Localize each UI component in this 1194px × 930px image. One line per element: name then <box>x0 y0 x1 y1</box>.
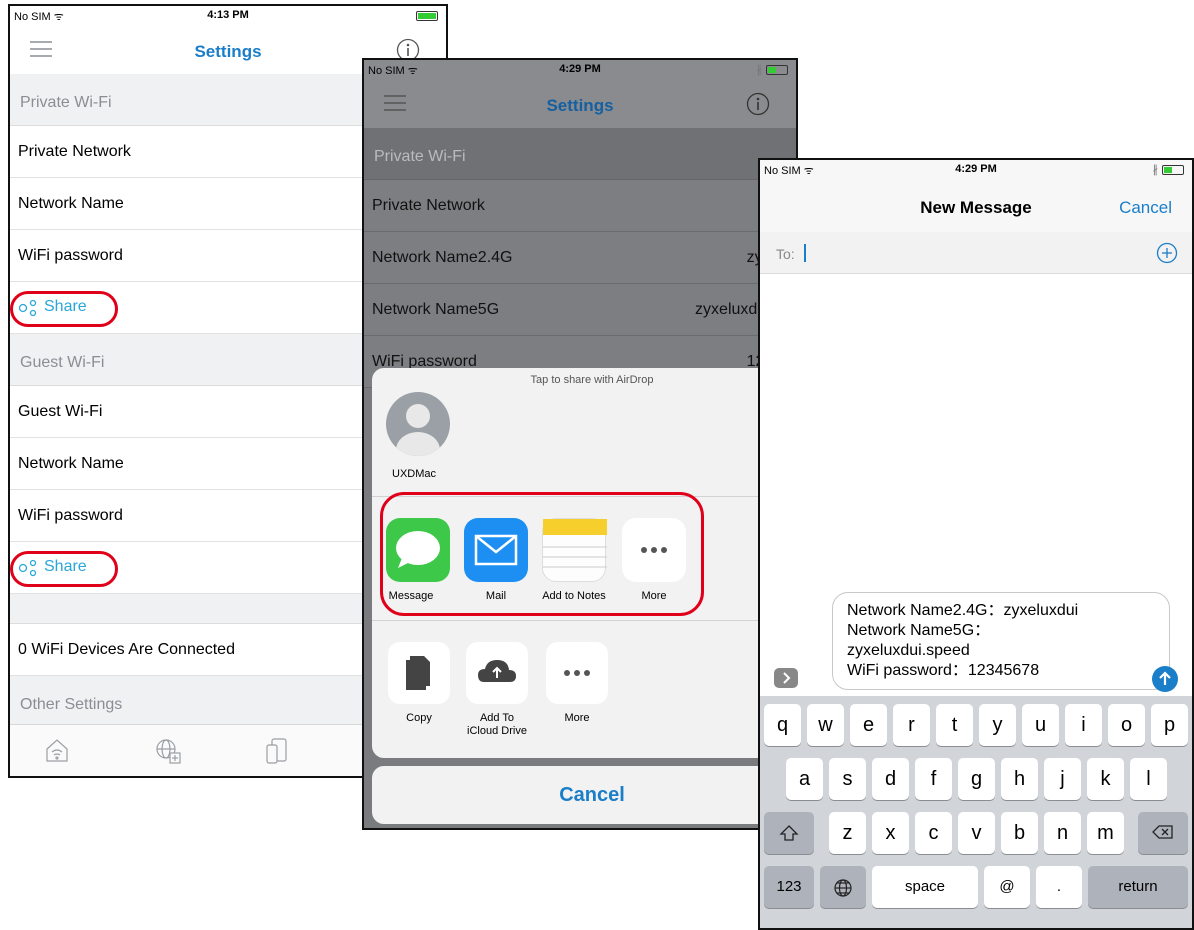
status-time: 4:13 PM <box>207 9 249 21</box>
share-sheet-phone: No SIM ᯤ 4:29 PM ∦ Settings Private Wi-F… <box>362 58 798 830</box>
key-f[interactable]: f <box>915 758 952 800</box>
status-bar: No SIM ᯤ 4:29 PM ∦ <box>364 60 796 80</box>
message-line: Network Name5G： <box>847 622 991 639</box>
key-a[interactable]: a <box>786 758 823 800</box>
airdrop-hint: Tap to share with AirDrop <box>530 374 654 386</box>
expand-apps-icon[interactable] <box>774 668 798 688</box>
key-m[interactable]: m <box>1087 812 1124 854</box>
guest-wifi-password-label: WiFi password <box>18 507 123 524</box>
key-h[interactable]: h <box>1001 758 1038 800</box>
key-d[interactable]: d <box>872 758 909 800</box>
message-line: WiFi password：12345678 <box>847 662 1040 679</box>
battery-icon <box>766 65 788 75</box>
key-w[interactable]: w <box>807 704 844 746</box>
share-label: Share <box>44 298 87 315</box>
key-y[interactable]: y <box>979 704 1016 746</box>
key-z[interactable]: z <box>829 812 866 854</box>
globe-key-icon[interactable] <box>820 866 866 908</box>
nav-bar: Settings <box>364 80 796 128</box>
battery-icon <box>1162 165 1184 175</box>
more-actions-icon[interactable] <box>546 642 608 704</box>
message-line: Network Name2.4G：zyxeluxdui <box>847 602 1079 619</box>
key-s[interactable]: s <box>829 758 866 800</box>
new-message-phone: No SIM ᯤ 4:29 PM ∦ New Message Cancel To… <box>758 158 1194 930</box>
key-l[interactable]: l <box>1130 758 1167 800</box>
status-bar: No SIM ᯤ 4:13 PM <box>10 6 446 26</box>
message-line: zyxeluxdui.speed <box>847 642 970 659</box>
share-icon <box>18 559 38 577</box>
key-p[interactable]: p <box>1151 704 1188 746</box>
key-q[interactable]: q <box>764 704 801 746</box>
more-actions-label: More <box>564 712 590 724</box>
backspace-key[interactable] <box>1138 812 1188 854</box>
space-key[interactable]: space <box>872 866 978 908</box>
globe-tab-icon[interactable] <box>154 737 182 765</box>
private-network-row[interactable]: Private Network <box>364 180 796 232</box>
status-time: 4:29 PM <box>559 63 601 75</box>
wifi-devices-label: 0 WiFi Devices Are Connected <box>18 641 235 658</box>
key-i[interactable]: i <box>1065 704 1102 746</box>
wifi-tab-icon[interactable] <box>44 737 70 763</box>
add-contact-icon[interactable] <box>1156 242 1178 264</box>
at-key[interactable]: @ <box>984 866 1030 908</box>
bluetooth-icon: ∦ <box>756 64 763 76</box>
key-v[interactable]: v <box>958 812 995 854</box>
wifi-password-label: WiFi password <box>18 247 123 264</box>
network-name-label: Network Name <box>18 195 124 212</box>
bluetooth-icon: ∦ <box>1152 164 1159 176</box>
guest-network-name-label: Network Name <box>18 455 124 472</box>
airdrop-avatar[interactable] <box>386 392 450 456</box>
network-name-5g-row[interactable]: Network Name5G zyxeluxdui.spe <box>364 284 796 336</box>
to-field[interactable]: To: <box>760 232 1192 274</box>
icloud-drive-icon[interactable] <box>466 642 528 704</box>
status-bar: No SIM ᯤ 4:29 PM ∦ <box>760 160 1192 180</box>
key-j[interactable]: j <box>1044 758 1081 800</box>
highlight-circle <box>380 492 704 616</box>
airdrop-device-name: UXDMac <box>392 468 437 480</box>
copy-label: Copy <box>406 712 432 724</box>
send-icon[interactable] <box>1152 666 1178 692</box>
private-network-label: Private Network <box>372 197 485 214</box>
text-cursor <box>804 244 806 262</box>
guest-wifi-label: Guest Wi-Fi <box>18 403 103 420</box>
page-title: Settings <box>546 96 614 115</box>
cancel-button[interactable]: Cancel <box>372 766 796 824</box>
key-r[interactable]: r <box>893 704 930 746</box>
key-b[interactable]: b <box>1001 812 1038 854</box>
divider <box>372 620 796 621</box>
share-label: Share <box>44 558 87 575</box>
key-o[interactable]: o <box>1108 704 1145 746</box>
network-name-24-label: Network Name2.4G <box>372 249 513 266</box>
network-name-5g-label: Network Name5G <box>372 301 500 318</box>
key-g[interactable]: g <box>958 758 995 800</box>
private-network-label: Private Network <box>18 143 131 160</box>
share-icon <box>18 299 38 317</box>
share-sheet: Tap to share with AirDrop UXDMac Message… <box>372 368 796 758</box>
message-input[interactable]: Network Name2.4G：zyxeluxdui Network Name… <box>832 592 1170 690</box>
devices-tab-icon[interactable] <box>264 737 290 765</box>
return-key[interactable]: return <box>1088 866 1188 908</box>
key-u[interactable]: u <box>1022 704 1059 746</box>
shift-key[interactable] <box>764 812 814 854</box>
to-label: To: <box>776 246 795 262</box>
key-k[interactable]: k <box>1087 758 1124 800</box>
info-icon[interactable] <box>746 92 770 116</box>
dot-key[interactable]: . <box>1036 866 1082 908</box>
battery-icon <box>416 11 438 21</box>
section-header-private: Private Wi-Fi <box>364 128 796 180</box>
message-nav-bar: New Message Cancel <box>760 180 1192 232</box>
key-t[interactable]: t <box>936 704 973 746</box>
cancel-button[interactable]: Cancel <box>1119 198 1172 218</box>
key-c[interactable]: c <box>915 812 952 854</box>
numbers-key[interactable]: 123 <box>764 866 814 908</box>
icloud-drive-label: Add To iCloud Drive <box>467 712 527 737</box>
keyboard: q w e r t y u i o p a s d f g h j k l z … <box>760 696 1192 928</box>
status-time: 4:29 PM <box>955 163 997 175</box>
key-x[interactable]: x <box>872 812 909 854</box>
network-name-24-row[interactable]: Network Name2.4Gzyxelux <box>364 232 796 284</box>
key-e[interactable]: e <box>850 704 887 746</box>
key-n[interactable]: n <box>1044 812 1081 854</box>
copy-icon[interactable] <box>388 642 450 704</box>
